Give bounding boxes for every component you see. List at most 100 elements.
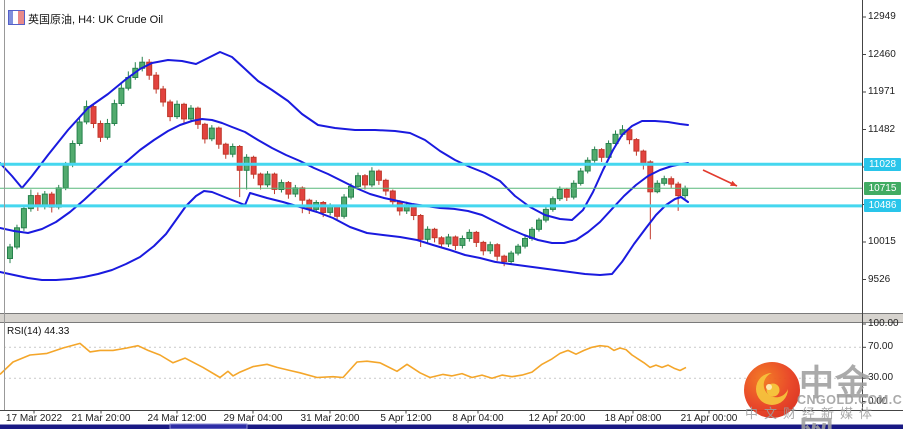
time-axis-label: 12 Apr 20:00	[528, 413, 586, 424]
candle-body	[320, 202, 327, 213]
price-axis-label: 12460	[868, 49, 896, 60]
cngold-logo-icon	[744, 362, 800, 418]
candle-body	[208, 127, 215, 140]
candle-body	[167, 101, 174, 118]
price-axis-label: 12949	[868, 11, 896, 22]
candle-body	[382, 179, 389, 192]
candle-body	[215, 127, 222, 145]
candle-body	[556, 189, 563, 200]
candle-body	[536, 219, 542, 230]
candle-body	[111, 103, 118, 124]
rsi-axis-label: 100.00	[868, 318, 899, 329]
candle-body	[90, 106, 97, 124]
time-axis-label: 29 Mar 04:00	[223, 413, 283, 424]
panel-splitter[interactable]	[0, 314, 903, 322]
scrollbar-thumb[interactable]	[169, 423, 248, 429]
candle-body	[153, 74, 160, 90]
time-axis-label: 18 Apr 08:00	[604, 413, 662, 424]
candle-body	[257, 173, 264, 186]
candle-body	[355, 175, 361, 187]
time-axis-label: 5 Apr 12:00	[380, 413, 432, 424]
price-tag-11028: 11028	[864, 158, 901, 171]
candle-body	[654, 182, 661, 193]
candle-body	[334, 205, 341, 217]
time-axis-label: 17 Mar 2022	[5, 413, 63, 424]
time-axis-label: 8 Apr 04:00	[452, 413, 504, 424]
candle-body	[7, 246, 13, 259]
candle-body	[633, 139, 640, 152]
candle-body	[362, 175, 368, 186]
price-axis-label: 11482	[868, 124, 896, 135]
price-axis-label: 10015	[868, 236, 896, 247]
candle-body	[181, 103, 187, 120]
candle-body	[201, 123, 208, 140]
candle-body	[480, 241, 487, 252]
price-axis-label: 9526	[868, 274, 891, 285]
time-axis-label: 24 Mar 12:00	[147, 413, 207, 424]
rsi-axis-label: 30.00	[868, 372, 894, 383]
rsi-line	[0, 342, 687, 380]
candle-body	[160, 88, 167, 103]
candle-body	[661, 178, 668, 184]
chart-title: 英国原油, H4: UK Crude Oil	[28, 14, 164, 26]
candle-body	[494, 244, 501, 257]
candle-body	[62, 164, 69, 189]
candle-body	[459, 238, 466, 246]
rsi-indicator-label: RSI(14) 44.33	[7, 326, 70, 337]
candle-body	[194, 107, 201, 125]
candle-body	[577, 170, 584, 184]
candle-body	[522, 238, 528, 247]
candle-body	[431, 228, 438, 239]
candle-body	[675, 183, 682, 197]
candle-body	[417, 215, 424, 240]
symbol-chart-icon	[8, 10, 25, 25]
icon-bar-red	[18, 11, 24, 24]
candle-body	[20, 208, 27, 229]
candle-body	[174, 103, 180, 118]
candle-body	[501, 255, 508, 263]
candle-body	[222, 143, 229, 155]
candle-body	[188, 107, 194, 120]
candle-body	[104, 123, 111, 138]
candle-body	[466, 231, 473, 239]
price-axis-label: 11971	[868, 86, 896, 97]
time-axis-label: 21 Apr 00:00	[680, 413, 738, 424]
candle-body	[508, 252, 515, 263]
candle-body	[236, 146, 243, 171]
candle-body	[473, 231, 480, 243]
scrollbar-track[interactable]	[0, 424, 903, 429]
candle-body	[570, 182, 577, 198]
candle-body	[682, 187, 689, 197]
candle-body	[452, 236, 459, 246]
time-axis-label: 21 Mar 20:00	[71, 413, 131, 424]
candle-body	[563, 189, 570, 198]
candle-body	[591, 149, 598, 161]
rsi-axis-label: 70.00	[868, 341, 894, 352]
candle-body	[229, 146, 236, 155]
time-axis-label: 31 Mar 20:00	[300, 413, 360, 424]
chart-window: 英国原油, H4: UK Crude Oil RSI(14) 44.33 129…	[0, 0, 903, 429]
candle-body	[97, 123, 104, 138]
candle-body	[668, 178, 675, 185]
price-tag-10486: 10486	[864, 199, 901, 212]
candle-body	[549, 198, 556, 210]
candle-body	[487, 244, 494, 252]
candle-body	[368, 170, 375, 186]
candle-body	[271, 173, 278, 190]
candle-body	[76, 121, 83, 144]
candle-body	[598, 149, 605, 158]
candle-body	[69, 143, 76, 166]
candle-body	[375, 170, 382, 181]
price-tag-10715: 10715	[864, 182, 901, 195]
candle-body	[438, 237, 445, 245]
rsi-axis-label: 0.00	[868, 396, 888, 407]
candle-body	[424, 228, 431, 240]
candle-body	[515, 245, 522, 254]
candle-body	[55, 187, 62, 208]
candle-body	[118, 87, 125, 104]
candle-body	[647, 161, 654, 193]
candle-body	[445, 236, 452, 245]
candle-body	[264, 173, 271, 186]
candle-body	[299, 187, 306, 201]
candle-body	[292, 187, 299, 195]
